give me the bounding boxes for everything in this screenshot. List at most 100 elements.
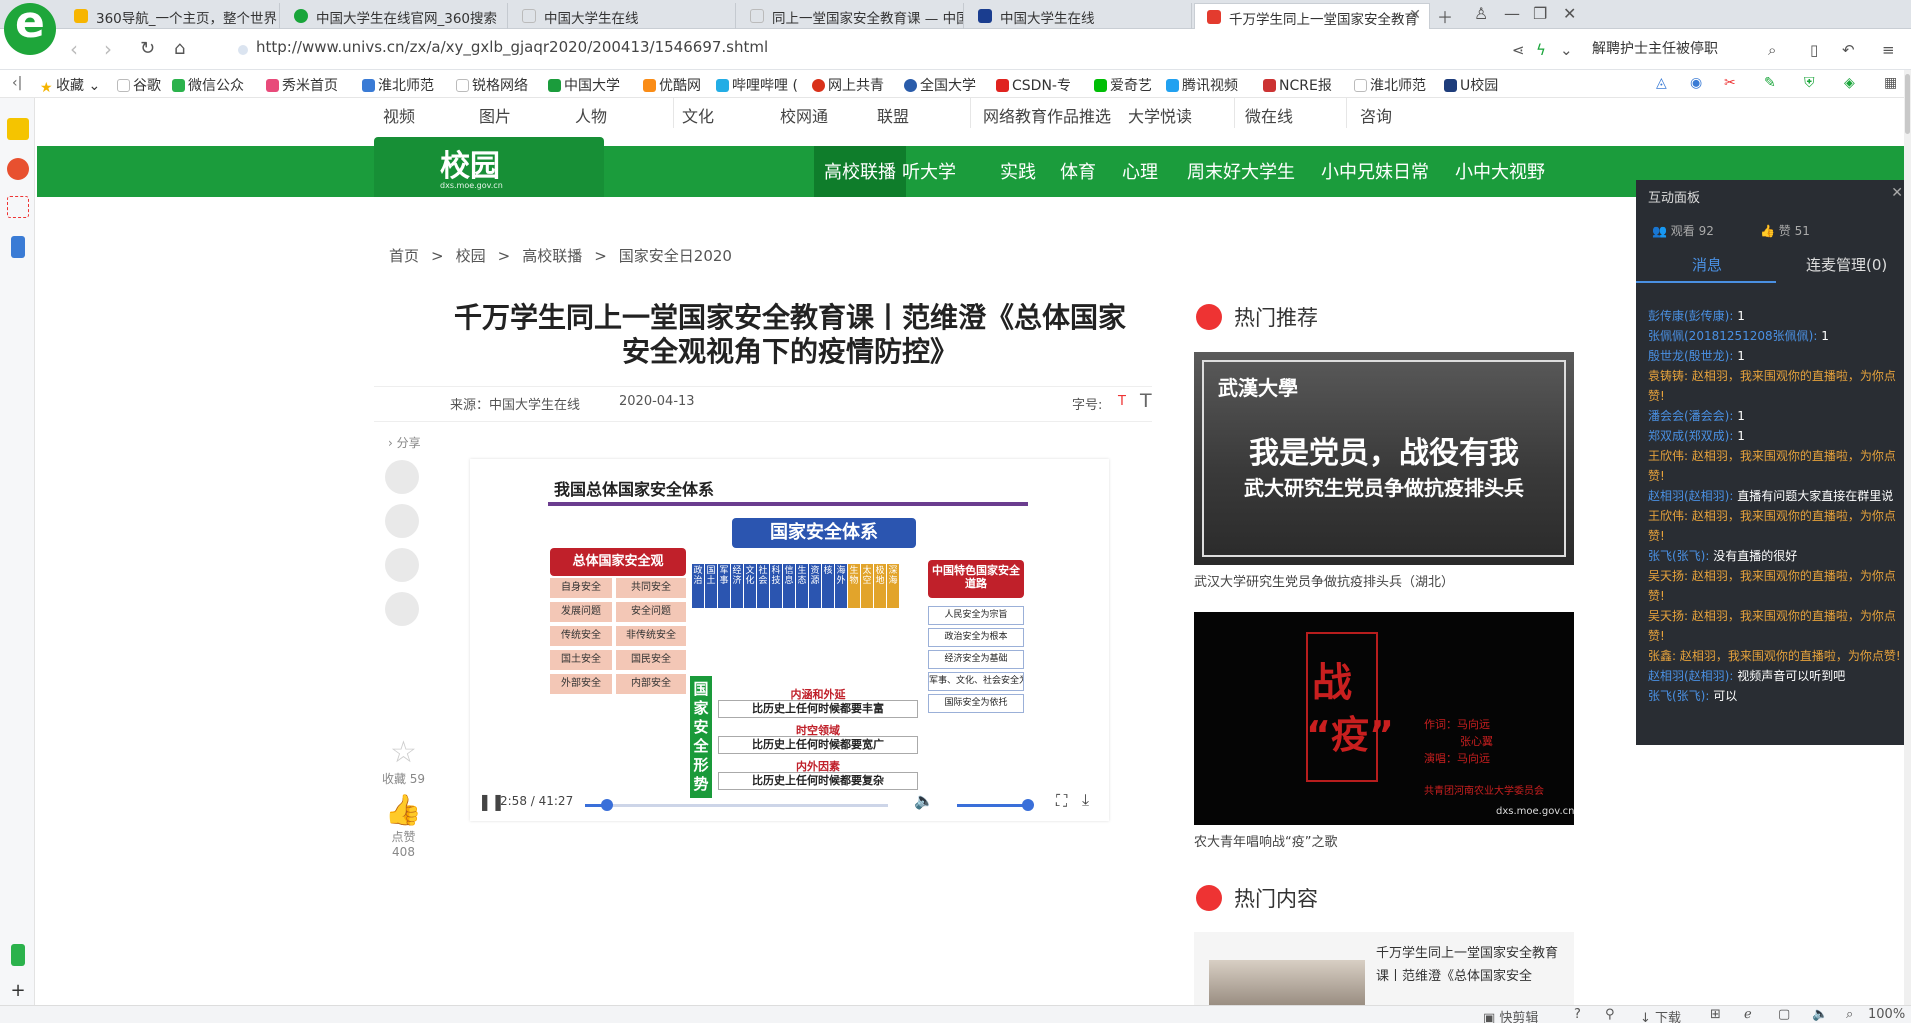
tab-security-class[interactable]: 同上一堂国家安全教育课 — 中国 <box>738 3 964 29</box>
tab-360-home[interactable]: 360导航_一个主页，整个世界 <box>62 3 280 29</box>
restore-icon[interactable]: ❐ <box>1533 4 1547 23</box>
topnav-item[interactable]: 人物 <box>575 103 607 127</box>
bookmark-item[interactable]: 淮北师范 <box>362 75 434 95</box>
browser-logo-icon[interactable] <box>4 0 56 55</box>
hot-card-image-2[interactable]: 战 “疫” 作词：马向远 张心翼 演唱：马向远 共青团河南农业大学委员会 dxs… <box>1194 612 1574 825</box>
topnav-item[interactable]: 大学悦读 <box>1128 103 1192 127</box>
share-icon[interactable]: ⋖ <box>1512 41 1525 59</box>
topnav-item[interactable]: 校网通 <box>780 103 828 127</box>
zoom-icon[interactable]: ⌕ <box>1846 1007 1853 1022</box>
qzone-share-icon[interactable] <box>385 548 419 582</box>
search-icon[interactable]: ⌕ <box>1768 41 1776 59</box>
volume-slider[interactable] <box>957 804 1029 807</box>
minimize-icon[interactable]: — <box>1504 4 1520 23</box>
bookmark-item[interactable]: 淮北师范 <box>1354 75 1426 95</box>
forward-icon[interactable]: › <box>104 37 112 61</box>
add-icon[interactable]: + <box>7 980 29 1002</box>
shield-icon[interactable]: ⛨ <box>1804 75 1815 91</box>
tab-messages[interactable]: 消息 <box>1692 254 1722 275</box>
close-window-icon[interactable]: ✕ <box>1563 4 1576 23</box>
hot-card-caption[interactable]: 农大青年唱响战“疫”之歌 <box>1194 831 1337 850</box>
topnav-item[interactable]: 微在线 <box>1245 103 1293 127</box>
breadcrumb-current[interactable]: 国家安全日2020 <box>619 247 732 265</box>
wechat-share-icon[interactable] <box>385 504 419 538</box>
zoom-level[interactable]: 100% <box>1868 1007 1905 1022</box>
bookmark-item[interactable]: 全国大学 <box>904 75 976 95</box>
topnav-item[interactable]: 视频 <box>383 103 415 127</box>
topnav-item[interactable]: 联盟 <box>877 103 909 127</box>
breadcrumb-home[interactable]: 首页 <box>389 247 419 265</box>
green-nav-item[interactable]: 周末好大学生 <box>1177 146 1305 197</box>
font-small-button[interactable]: T <box>1118 394 1126 409</box>
fullscreen-icon[interactable]: ⛶ <box>1056 791 1067 811</box>
green-nav-item[interactable]: 体育 <box>1050 146 1106 197</box>
bookmark-item[interactable]: ★ 收藏 ⌄ <box>40 75 100 96</box>
game-icon[interactable]: ◈ <box>1844 75 1855 91</box>
page-scrollbar[interactable] <box>1904 70 1911 1005</box>
bookmark-item[interactable]: 秀米首页 <box>266 75 338 95</box>
green-nav-item[interactable]: 听大学 <box>892 146 966 197</box>
green-nav-item[interactable]: 小中兄妹日常 <box>1311 146 1439 197</box>
green-nav-item[interactable]: 小中大视野 <box>1445 146 1555 197</box>
grid-icon[interactable]: ▦ <box>1884 75 1897 91</box>
close-tab-icon[interactable]: ✕ <box>1409 7 1421 23</box>
chevron-down-icon[interactable]: ⌄ <box>1560 41 1573 59</box>
device-icon[interactable]: ▯ <box>1810 41 1818 59</box>
translate-icon[interactable]: ✎ <box>1764 75 1776 91</box>
like-thumb-icon[interactable]: 👍 <box>376 793 431 828</box>
speed-icon[interactable]: ϟ <box>1536 41 1546 59</box>
sound-icon[interactable]: 🔈 <box>1812 1007 1828 1022</box>
battery-icon[interactable] <box>11 944 25 966</box>
extension-icon[interactable]: ◬ <box>1656 75 1667 91</box>
hot-card-caption[interactable]: 武汉大学研究生党员争做抗疫排头兵（湖北） <box>1194 571 1454 590</box>
breadcrumb-broadcast[interactable]: 高校联播 <box>522 247 582 265</box>
campus-logo[interactable]: 校园 dxs.moe.gov.cn <box>374 137 604 197</box>
search-input[interactable]: 解聘护士主任被停职 <box>1592 38 1770 62</box>
window-icon[interactable]: ▢ <box>1778 1007 1790 1022</box>
bookmark-item[interactable]: 锐格网络 <box>456 75 528 95</box>
bookmark-item[interactable]: CSDN-专 <box>996 75 1071 95</box>
back-icon[interactable]: ‹ <box>70 37 78 61</box>
seek-bar[interactable] <box>585 799 888 811</box>
topnav-item[interactable]: 文化 <box>682 103 714 127</box>
tab-univs[interactable]: 中国大学生在线 <box>510 3 736 29</box>
bookmark-item[interactable]: 谷歌 <box>117 75 161 95</box>
notes-icon[interactable] <box>11 236 25 258</box>
volume-icon[interactable]: 🔈 <box>914 791 934 810</box>
tab-univs-2[interactable]: 中国大学生在线 <box>966 3 1192 29</box>
font-large-button[interactable]: T <box>1140 390 1152 412</box>
weibo-share-icon[interactable] <box>385 460 419 494</box>
favorite-star-icon[interactable]: ☆ <box>376 735 431 770</box>
home-icon[interactable]: ⌂ <box>174 38 185 59</box>
pin-icon[interactable]: ⚲ <box>1605 1007 1615 1022</box>
hot-card-image-1[interactable]: 武漢大學 我是党员，战役有我 武大研究生党员争做抗疫排头兵 <box>1194 352 1574 565</box>
bookmark-item[interactable]: 网上共青 <box>812 75 884 95</box>
breadcrumb-campus[interactable]: 校园 <box>456 247 486 265</box>
bookmark-item[interactable]: 微信公众 <box>172 75 244 95</box>
clip-button[interactable]: ▣ 快剪辑 <box>1483 1007 1538 1023</box>
bookmark-item[interactable]: 优酷网 <box>643 75 701 95</box>
reload-icon[interactable]: ↻ <box>140 38 155 59</box>
panel-close-icon[interactable]: ✕ <box>1891 185 1903 201</box>
sidebar-toggle-icon[interactable]: ⊞ <box>1710 1007 1721 1022</box>
mail-icon[interactable] <box>7 196 29 218</box>
download-icon[interactable]: ⤓ <box>1082 790 1089 810</box>
ie-mode-icon[interactable]: ℯ <box>1744 1007 1752 1022</box>
volume-handle[interactable] <box>1022 799 1034 811</box>
topnav-item[interactable]: 图片 <box>479 103 511 127</box>
hot-content-item[interactable]: 千万学生同上一堂国家安全教育课丨范维澄《总体国家安全 <box>1194 932 1574 1005</box>
green-nav-item[interactable]: 心理 <box>1112 146 1168 197</box>
menu-icon[interactable]: ≡ <box>1882 41 1895 59</box>
weibo-icon[interactable] <box>7 158 29 180</box>
notification-icon[interactable]: ◉ <box>1690 75 1702 91</box>
topnav-item[interactable]: 咨询 <box>1360 103 1392 127</box>
bookmark-item[interactable]: 爱奇艺 <box>1094 75 1152 95</box>
bookmark-item[interactable]: 哔哩哔哩 ( <box>716 75 798 95</box>
qq-share-icon[interactable] <box>385 592 419 626</box>
bookmark-collapse-icon[interactable]: ‹| <box>12 75 22 91</box>
seek-handle[interactable] <box>600 799 613 811</box>
tab-360-search[interactable]: 中国大学生在线官网_360搜索 <box>282 3 508 29</box>
tab-active[interactable]: 千万学生同上一堂国家安全教育 ✕ <box>1194 3 1430 30</box>
bookmark-item[interactable]: 腾讯视频 <box>1166 75 1238 95</box>
url-field[interactable]: http://www.univs.cn/zx/a/xy_gxlb_gjaqr20… <box>238 38 1528 62</box>
